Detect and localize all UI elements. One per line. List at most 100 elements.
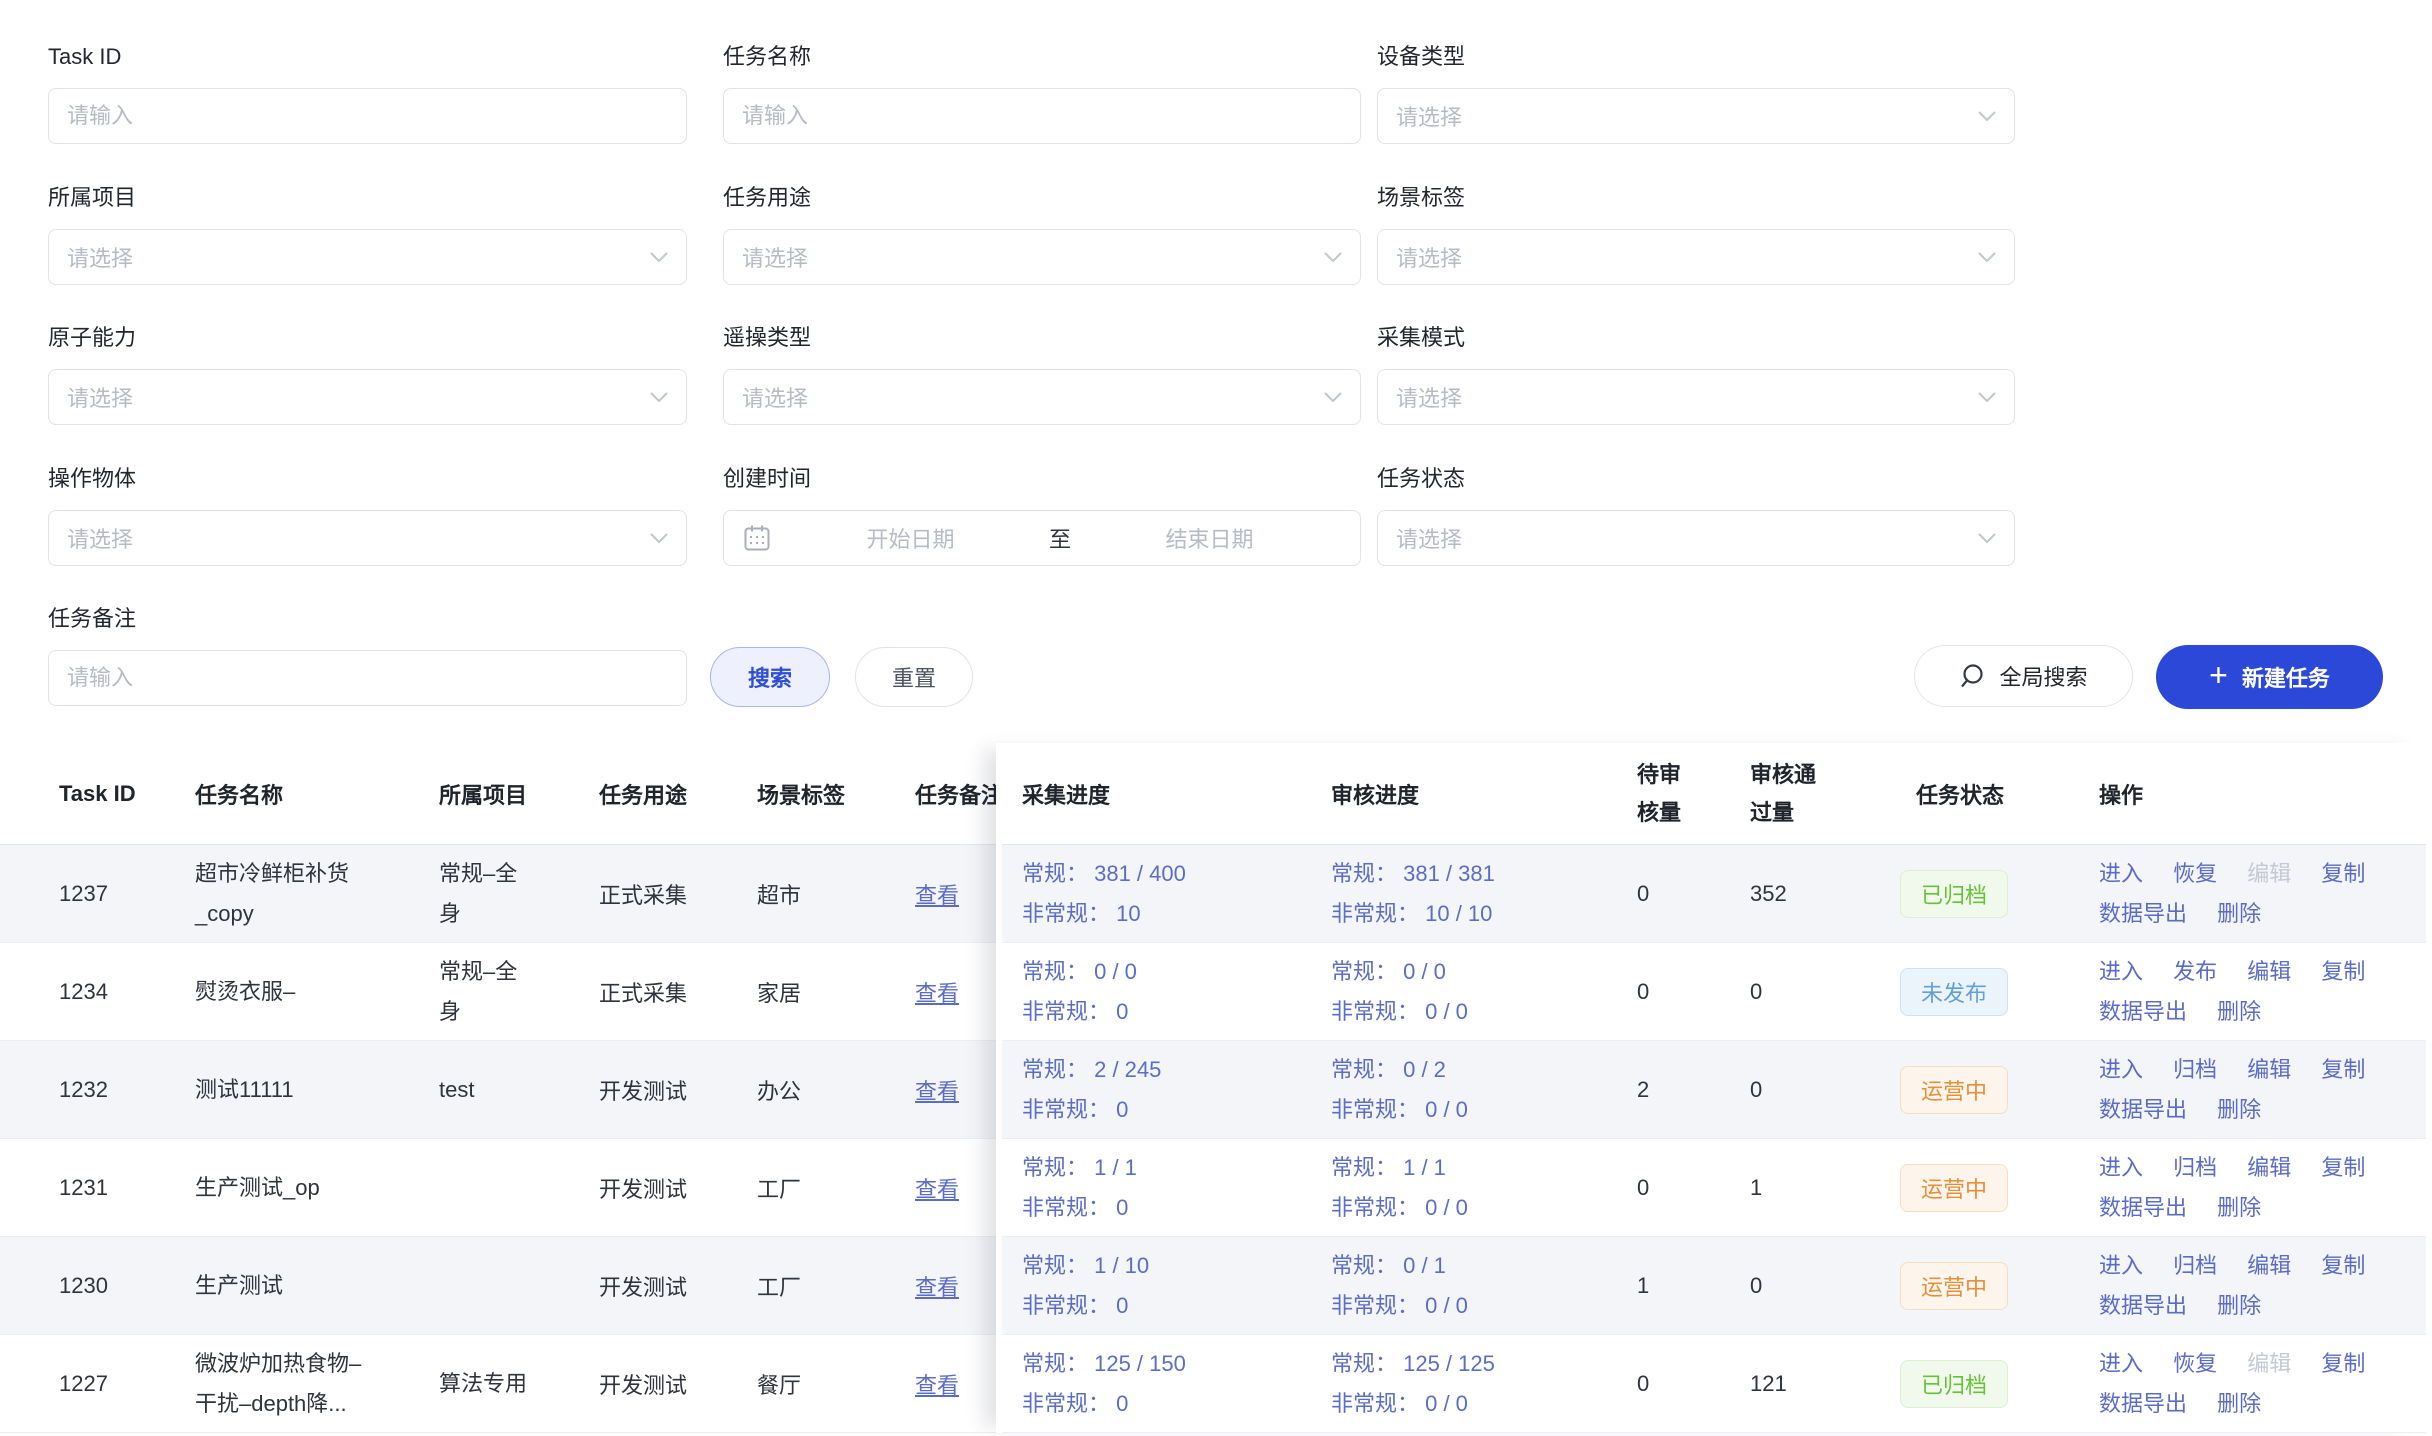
task-purpose-select[interactable]: 请选择 [723,229,1361,285]
filter-field-project: 所属项目 请选择 [48,183,687,213]
action-export[interactable]: 数据导出 [2099,999,2187,1024]
action-edit[interactable]: 编辑 [2247,959,2291,984]
chevron-down-icon [650,392,668,403]
cell-pending-review: 0 [1637,1371,1750,1397]
action-edit: 编辑 [2247,861,2291,886]
plus-icon: + [2209,659,2228,691]
note-view-link[interactable]: 查看 [915,1373,959,1398]
cell-task-id: 1234 [59,979,195,1005]
note-view-link[interactable]: 查看 [915,1177,959,1202]
status-badge: 已归档 [1900,870,2008,918]
table-row: 1230 生产测试 开发测试 工厂 查看 [0,1237,1075,1335]
task-status-select[interactable]: 请选择 [1377,510,2015,566]
action-publish[interactable]: 发布 [2173,959,2217,984]
filter-field-atomic-capability: 原子能力 请选择 [48,323,687,353]
action-copy[interactable]: 复制 [2321,1155,2365,1180]
atomic-capability-select[interactable]: 请选择 [48,369,687,425]
action-delete[interactable]: 删除 [2217,999,2261,1024]
calendar-icon [742,523,772,553]
cell-review-passed: 1 [1750,1175,1916,1201]
atomic-capability-label: 原子能力 [48,323,687,353]
action-delete[interactable]: 删除 [2217,1097,2261,1122]
task-name-input[interactable] [723,88,1361,144]
operate-object-select[interactable]: 请选择 [48,510,687,566]
filter-field-teleop-type: 遥操类型 请选择 [723,323,1361,353]
action-delete[interactable]: 删除 [2217,901,2261,926]
action-restore[interactable]: 恢复 [2173,1351,2217,1376]
cell-task-name: 熨烫衣服– [195,972,375,1012]
global-search-button[interactable]: 全局搜索 [1914,645,2133,707]
task-id-input-field[interactable] [67,103,668,129]
action-archive[interactable]: 归档 [2173,1155,2217,1180]
task-name-input-field[interactable] [742,103,1342,129]
action-edit[interactable]: 编辑 [2247,1253,2291,1278]
new-task-label: 新建任务 [2242,661,2330,693]
action-enter[interactable]: 进入 [2099,1253,2143,1278]
action-enter[interactable]: 进入 [2099,1351,2143,1376]
action-delete[interactable]: 删除 [2217,1293,2261,1318]
collect-progress-irregular: 非常规： 0 [1022,1286,1331,1326]
task-purpose-label: 任务用途 [723,183,1361,213]
create-time-range-picker[interactable]: 开始日期 至 结束日期 [723,510,1361,566]
action-copy[interactable]: 复制 [2321,959,2365,984]
scene-tag-select[interactable]: 请选择 [1377,229,2015,285]
note-view-link[interactable]: 查看 [915,1275,959,1300]
new-task-button[interactable]: + 新建任务 [2156,645,2383,709]
reset-button[interactable]: 重置 [855,647,973,707]
filter-field-create-time: 创建时间 开始日期 至 结束日期 [723,464,1361,494]
collect-progress-regular: 常规： 125 / 150 [1022,1344,1331,1384]
action-edit[interactable]: 编辑 [2247,1057,2291,1082]
project-placeholder: 请选择 [67,241,650,273]
action-copy[interactable]: 复制 [2321,1057,2365,1082]
note-view-link[interactable]: 查看 [915,981,959,1006]
cell-scene-tag: 餐厅 [757,1368,915,1400]
task-note-input[interactable] [48,650,687,706]
start-date-placeholder[interactable]: 开始日期 [778,522,1043,554]
collect-mode-select[interactable]: 请选择 [1377,369,2015,425]
action-archive[interactable]: 归档 [2173,1253,2217,1278]
task-id-input[interactable] [48,88,687,144]
chevron-down-icon [1978,533,1996,544]
atomic-capability-placeholder: 请选择 [67,381,650,413]
cell-review-passed: 352 [1750,881,1916,907]
action-export[interactable]: 数据导出 [2099,901,2187,926]
end-date-placeholder[interactable]: 结束日期 [1077,522,1342,554]
table-row: 常规： 1 / 10 非常规： 0 常规： 0 / 1 非常规： 0 / 0 1… [1002,1237,2426,1335]
cell-task-id: 1237 [59,881,195,907]
cell-scene-tag: 超市 [757,878,915,910]
search-icon [1959,662,1987,690]
device-type-select[interactable]: 请选择 [1377,88,2015,144]
action-export[interactable]: 数据导出 [2099,1097,2187,1122]
review-progress-irregular: 非常规： 0 / 0 [1331,1286,1637,1326]
action-copy[interactable]: 复制 [2321,1253,2365,1278]
action-enter[interactable]: 进入 [2099,959,2143,984]
task-note-input-field[interactable] [67,665,668,691]
action-export[interactable]: 数据导出 [2099,1293,2187,1318]
note-view-link[interactable]: 查看 [915,1079,959,1104]
action-enter[interactable]: 进入 [2099,1057,2143,1082]
action-archive[interactable]: 归档 [2173,1057,2217,1082]
cell-purpose: 正式采集 [599,976,757,1008]
table-row: 常规： 2 / 245 非常规： 0 常规： 0 / 2 非常规： 0 / 0 … [1002,1041,2426,1139]
cell-task-name: 微波炉加热食物–干扰–depth降... [195,1344,375,1424]
action-restore[interactable]: 恢复 [2173,861,2217,886]
chevron-down-icon [1324,392,1342,403]
action-enter[interactable]: 进入 [2099,861,2143,886]
filter-field-operate-object: 操作物体 请选择 [48,464,687,494]
action-copy[interactable]: 复制 [2321,1351,2365,1376]
project-label: 所属项目 [48,183,687,213]
note-view-link[interactable]: 查看 [915,883,959,908]
action-edit[interactable]: 编辑 [2247,1155,2291,1180]
action-delete[interactable]: 删除 [2217,1391,2261,1416]
action-enter[interactable]: 进入 [2099,1155,2143,1180]
action-copy[interactable]: 复制 [2321,861,2365,886]
date-range-separator: 至 [1043,522,1077,554]
search-button[interactable]: 搜索 [710,647,830,707]
action-delete[interactable]: 删除 [2217,1195,2261,1220]
review-progress-regular: 常规： 0 / 0 [1331,952,1637,992]
action-export[interactable]: 数据导出 [2099,1195,2187,1220]
scene-tag-label: 场景标签 [1377,183,2015,213]
project-select[interactable]: 请选择 [48,229,687,285]
action-export[interactable]: 数据导出 [2099,1391,2187,1416]
teleop-type-select[interactable]: 请选择 [723,369,1361,425]
